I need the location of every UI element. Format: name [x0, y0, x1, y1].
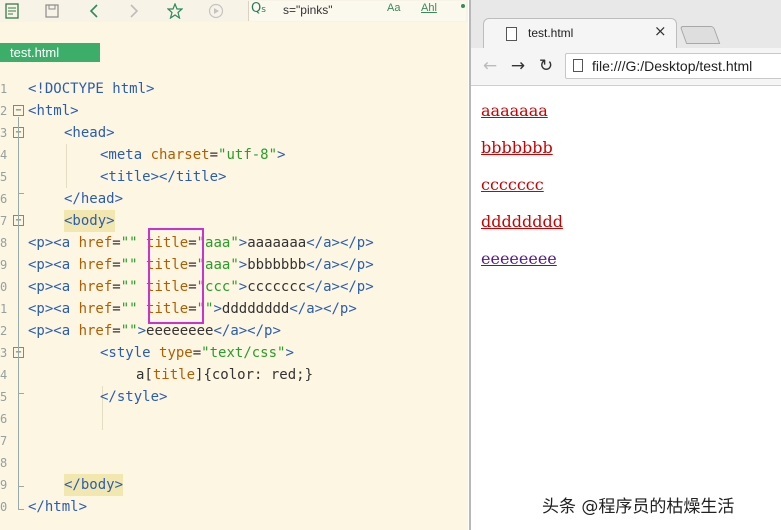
link-aaaaaaa[interactable]: aaaaaaa [481, 101, 548, 120]
search-text: s="pinks" [283, 3, 333, 17]
line-number: 9 [0, 478, 8, 492]
browser-tab-bar: test.html × [471, 0, 781, 48]
line-number: 8 [0, 456, 8, 470]
code-editor: Qs s="pinks" Aa Ahl test.html 1 2 3 4 5 … [0, 0, 468, 530]
line-number: 0 [0, 280, 8, 294]
code-line: <meta charset="utf-8"> [100, 147, 286, 163]
file-icon [506, 27, 517, 41]
code-line: a[title]{color: red;} [136, 367, 314, 383]
editor-tab-strip: test.html [0, 32, 468, 62]
line-number: 9 [0, 258, 8, 272]
status-dot-icon [461, 4, 465, 8]
code-line: </style> [100, 389, 168, 405]
close-icon[interactable]: × [654, 22, 667, 40]
watermark: 头条 @程序员的枯燥生活 [542, 497, 735, 517]
line-number: 8 [0, 236, 8, 250]
search-field[interactable]: Qs s="pinks" Aa Ahl [248, 1, 466, 21]
tab-title: test.html [528, 26, 574, 40]
code-line: </html> [28, 499, 88, 515]
editor-toolbar: Qs s="pinks" Aa Ahl [0, 0, 468, 22]
letter-case-icon[interactable]: Ahl [421, 2, 437, 14]
code-line: <style type="text/css"> [100, 345, 294, 361]
line-number: 4 [0, 148, 8, 162]
line-number: 1 [0, 302, 8, 316]
reload-icon[interactable]: ↻ [535, 55, 557, 77]
file-icon [573, 59, 583, 72]
line-number: 0 [0, 500, 8, 514]
link-bbbbbbb[interactable]: bbbbbbb [481, 138, 553, 157]
line-number: 2 [0, 104, 8, 118]
save-icon[interactable] [42, 1, 62, 21]
code-line: </head> [64, 191, 124, 207]
link-ccccccc[interactable]: ccccccc [481, 175, 544, 194]
line-number: 6 [0, 412, 8, 426]
code-line: <head> [64, 125, 115, 141]
line-number: 5 [0, 390, 8, 404]
title-attribute-highlight [148, 228, 204, 324]
line-number: 7 [0, 214, 8, 228]
code-line: <html> [28, 103, 79, 119]
line-number: 3 [0, 346, 8, 360]
code-line: <title></title> [100, 169, 227, 185]
browser-toolbar: ← → ↻ file:///G:/Desktop/test.html [471, 48, 781, 86]
font-icon[interactable]: Aa [387, 2, 400, 14]
line-number: 6 [0, 192, 8, 206]
fold-toggle-icon[interactable]: − [13, 105, 24, 116]
line-number: 7 [0, 434, 8, 448]
line-number: 5 [0, 170, 8, 184]
play-icon[interactable] [206, 1, 226, 21]
back-arrow-icon[interactable] [84, 1, 104, 21]
new-tab-button[interactable] [679, 26, 721, 44]
star-icon[interactable] [165, 1, 185, 21]
search-icon: Qs [251, 1, 266, 16]
code-line-selected: <body> [64, 210, 115, 232]
code-line: <!DOCTYPE html> [28, 81, 155, 97]
forward-icon[interactable]: → [507, 55, 529, 77]
browser-window: test.html × ← → ↻ file:///G:/Desktop/tes… [469, 0, 781, 530]
link-dddddddd[interactable]: dddddddd [481, 212, 563, 231]
address-bar[interactable]: file:///G:/Desktop/test.html [565, 53, 781, 79]
line-number: 2 [0, 324, 8, 338]
fold-guide [18, 117, 19, 509]
code-line-selected: </body> [64, 474, 124, 496]
editor-tab-test-html[interactable]: test.html [0, 43, 100, 62]
document-icon[interactable] [3, 1, 21, 21]
fold-guide [18, 509, 24, 510]
address-text: file:///G:/Desktop/test.html [592, 58, 753, 74]
line-number: 1 [0, 82, 8, 96]
forward-arrow-icon[interactable] [124, 1, 144, 21]
back-icon[interactable]: ← [479, 55, 501, 77]
line-number: 3 [0, 126, 8, 140]
line-number: 4 [0, 368, 8, 382]
browser-tab[interactable]: test.html × [483, 18, 677, 48]
link-eeeeeeee[interactable]: eeeeeeee [481, 249, 557, 268]
